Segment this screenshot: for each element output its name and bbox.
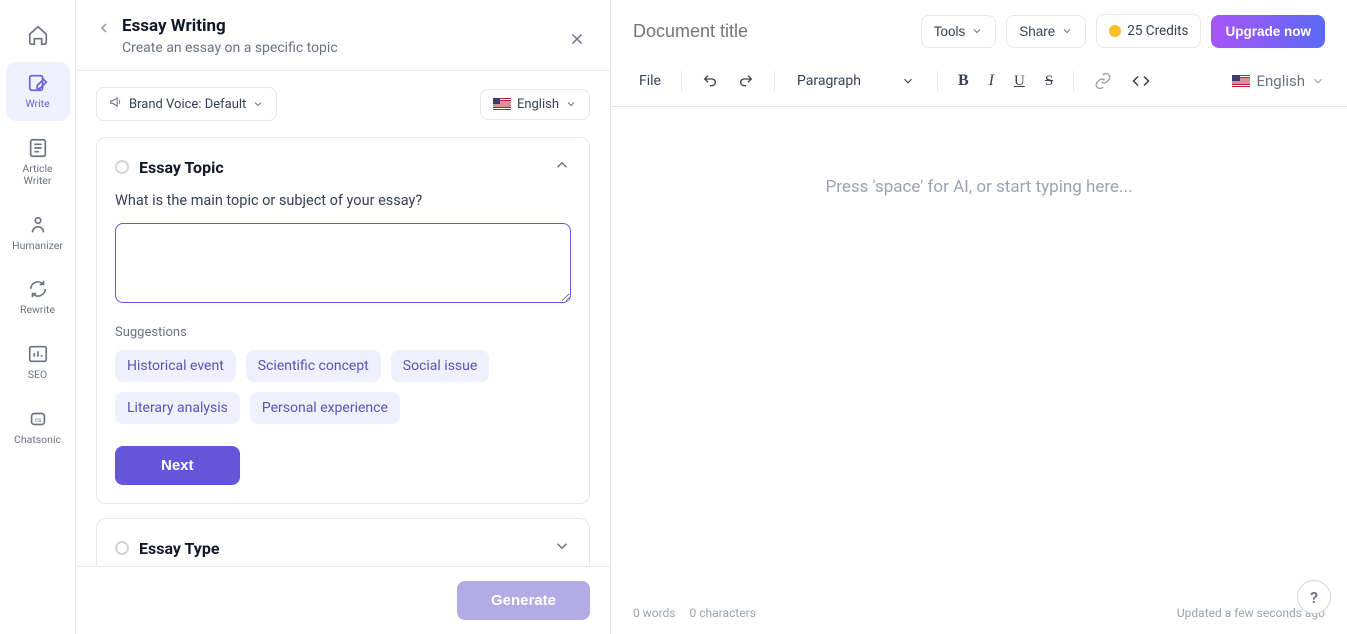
credits-badge[interactable]: 25 Credits (1096, 14, 1201, 48)
generate-button[interactable]: Generate (457, 581, 590, 620)
sidebar-item-label: Humanizer (12, 240, 63, 253)
code-button[interactable] (1126, 68, 1156, 94)
sidebar-item-seo[interactable]: SEO (6, 333, 70, 392)
suggestion-chip[interactable]: Scientific concept (246, 350, 381, 382)
sidebar: Write Article Writer Humanizer Rewrite S… (0, 0, 76, 634)
close-button[interactable] (564, 26, 590, 56)
brand-voice-dropdown[interactable]: Brand Voice: Default (96, 87, 277, 121)
article-icon (27, 137, 49, 159)
editor-placeholder: Press 'space' for AI, or start typing he… (651, 177, 1307, 197)
char-count: 0 characters (690, 606, 756, 620)
upgrade-button[interactable]: Upgrade now (1211, 15, 1325, 48)
panel-title: Essay Writing (122, 16, 564, 36)
suggestion-chip[interactable]: Social issue (391, 350, 490, 382)
undo-button[interactable] (696, 69, 724, 93)
share-label: Share (1019, 24, 1055, 39)
suggestion-chip[interactable]: Personal experience (250, 392, 400, 424)
panel-subtitle: Create an essay on a specific topic (122, 40, 564, 56)
editor-language-dropdown[interactable]: English (1232, 72, 1325, 90)
write-icon (27, 72, 49, 94)
step-essay-topic-card: Essay Topic What is the main topic or su… (96, 137, 590, 504)
us-flag-icon (493, 98, 511, 110)
bold-button[interactable]: B (952, 68, 975, 94)
suggestion-chip[interactable]: Literary analysis (115, 392, 240, 424)
sidebar-item-chatsonic[interactable]: cs Chatsonic (6, 398, 70, 457)
step-essay-topic-title: Essay Topic (139, 158, 543, 177)
panel-language-dropdown[interactable]: English (480, 89, 590, 120)
redo-button[interactable] (732, 69, 760, 93)
sidebar-item-rewrite[interactable]: Rewrite (6, 268, 70, 327)
chatsonic-icon: cs (27, 408, 49, 430)
chevron-down-icon (553, 537, 571, 559)
seo-icon (27, 343, 49, 365)
file-menu[interactable]: File (633, 69, 667, 93)
step-essay-topic-header[interactable]: Essay Topic (115, 156, 571, 178)
separator (937, 71, 938, 91)
sidebar-item-label: Article Writer (10, 163, 66, 188)
svg-text:cs: cs (34, 415, 41, 423)
sidebar-item-label: Rewrite (20, 304, 55, 317)
document-title-input[interactable] (633, 21, 911, 42)
step-essay-type-title: Essay Type (139, 539, 543, 558)
sidebar-item-label: Write (25, 98, 49, 111)
brand-voice-label: Brand Voice: Default (129, 97, 246, 112)
strikethrough-button[interactable]: S (1039, 69, 1059, 94)
us-flag-icon (1232, 75, 1250, 87)
step-indicator-icon (115, 160, 129, 174)
credits-dot-icon (1109, 25, 1121, 37)
tools-label: Tools (934, 24, 966, 39)
rewrite-icon (27, 278, 49, 300)
sidebar-item-article-writer[interactable]: Article Writer (6, 127, 70, 198)
step-essay-type-card: Essay Type (96, 518, 590, 566)
paragraph-style-dropdown[interactable]: Paragraph (789, 69, 923, 93)
italic-button[interactable]: I (983, 68, 1000, 94)
step-essay-type-header[interactable]: Essay Type (115, 537, 571, 559)
sidebar-item-label: Chatsonic (14, 434, 61, 447)
sidebar-item-label: SEO (28, 369, 47, 382)
essay-topic-input[interactable] (115, 223, 571, 303)
sidebar-item-home[interactable] (6, 14, 70, 56)
editor-body[interactable]: Press 'space' for AI, or start typing he… (611, 107, 1347, 596)
help-icon: ? (1310, 588, 1318, 607)
tools-dropdown[interactable]: Tools (921, 15, 997, 48)
separator (1073, 71, 1074, 91)
credits-label: 25 Credits (1127, 23, 1188, 39)
next-button[interactable]: Next (115, 446, 240, 485)
sidebar-item-humanizer[interactable]: Humanizer (6, 204, 70, 263)
separator (774, 71, 775, 91)
home-icon (27, 24, 49, 46)
underline-button[interactable]: U (1008, 69, 1031, 94)
share-dropdown[interactable]: Share (1006, 15, 1086, 48)
help-button[interactable]: ? (1297, 580, 1331, 614)
panel-language-label: English (517, 97, 559, 112)
step-indicator-icon (115, 541, 129, 555)
link-button[interactable] (1088, 68, 1118, 94)
suggestions-label: Suggestions (115, 325, 571, 340)
chevron-up-icon (553, 156, 571, 178)
humanizer-icon (27, 214, 49, 236)
sidebar-item-write[interactable]: Write (6, 62, 70, 121)
config-panel: Essay Writing Create an essay on a speci… (76, 0, 611, 634)
megaphone-icon (109, 95, 123, 113)
word-count: 0 words (633, 606, 676, 620)
back-button[interactable] (96, 20, 112, 40)
editor-panel: Tools Share 25 Credits Upgrade now File (611, 0, 1347, 634)
separator (681, 71, 682, 91)
step-essay-topic-question: What is the main topic or subject of you… (115, 192, 571, 209)
suggestion-chip[interactable]: Historical event (115, 350, 236, 382)
